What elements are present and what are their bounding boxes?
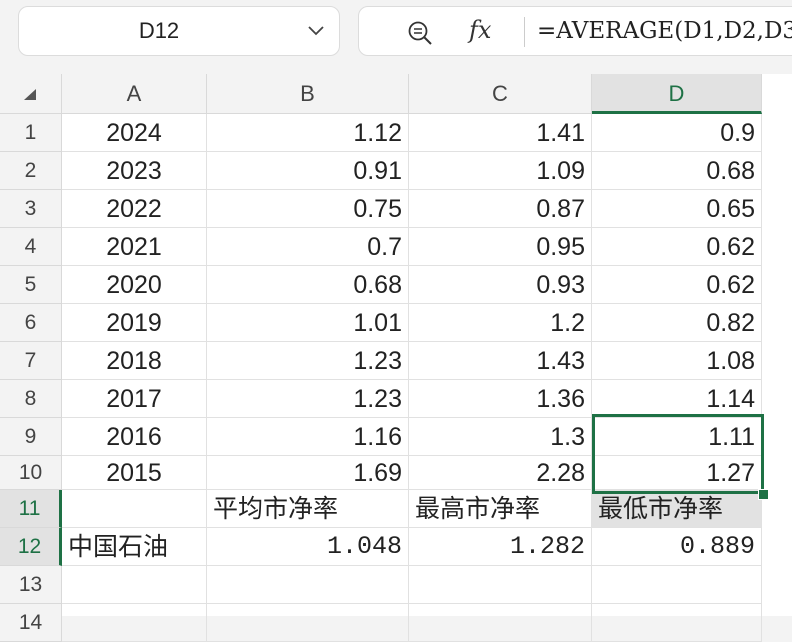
cell-b4[interactable]: 0.7	[207, 228, 409, 266]
cell-a10[interactable]: 2015	[62, 456, 207, 490]
cell-b13[interactable]	[207, 566, 409, 604]
cell-a14[interactable]	[62, 604, 207, 642]
cell-c12[interactable]: 1.282	[409, 528, 592, 566]
row-header-6[interactable]: 6	[0, 304, 62, 342]
fill-handle[interactable]	[758, 489, 769, 500]
cell-d9[interactable]: 1.11	[592, 418, 762, 456]
cell-d11[interactable]: 最低市净率	[592, 490, 762, 528]
cell-b6[interactable]: 1.01	[207, 304, 409, 342]
zoom-icon[interactable]	[407, 20, 433, 51]
cell-d14[interactable]	[592, 604, 762, 642]
cell-a6[interactable]: 2019	[62, 304, 207, 342]
cell-b2[interactable]: 0.91	[207, 152, 409, 190]
cell-d5[interactable]: 0.62	[592, 266, 762, 304]
cell-d1[interactable]: 0.9	[592, 114, 762, 152]
cell-b3[interactable]: 0.75	[207, 190, 409, 228]
name-box-value: D12	[138, 18, 180, 43]
cell-c1[interactable]: 1.41	[409, 114, 592, 152]
cell-b12[interactable]: 1.048	[207, 528, 409, 566]
cell-a2[interactable]: 2023	[62, 152, 207, 190]
cell-c3[interactable]: 0.87	[409, 190, 592, 228]
cell-d4[interactable]: 0.62	[592, 228, 762, 266]
cell-d12[interactable]: 0.889	[592, 528, 762, 566]
cell-d7[interactable]: 1.08	[592, 342, 762, 380]
column-header-c[interactable]: C	[409, 74, 592, 114]
cell-b10[interactable]: 1.69	[207, 456, 409, 490]
cell-a7[interactable]: 2018	[62, 342, 207, 380]
cell-a9[interactable]: 2016	[62, 418, 207, 456]
row-header-14[interactable]: 14	[0, 604, 62, 642]
column-header-a[interactable]: A	[62, 74, 207, 114]
fx-icon[interactable]: fx	[469, 16, 491, 44]
cell-a4[interactable]: 2021	[62, 228, 207, 266]
cell-d13[interactable]	[592, 566, 762, 604]
row-header-8[interactable]: 8	[0, 380, 62, 418]
cell-c10[interactable]: 2.28	[409, 456, 592, 490]
cell-d6[interactable]: 0.82	[592, 304, 762, 342]
row-header-9[interactable]: 9	[0, 418, 62, 456]
cell-c9[interactable]: 1.3	[409, 418, 592, 456]
cell-a8[interactable]: 2017	[62, 380, 207, 418]
row-header-3[interactable]: 3	[0, 190, 62, 228]
formula-text[interactable]: =AVERAGE(D1,D2,D3,D4,D5,D6,D7,D8,D9,D10)	[537, 7, 792, 55]
row-header-11[interactable]: 11	[0, 490, 62, 528]
row-header-13[interactable]: 13	[0, 566, 62, 604]
row-header-4[interactable]: 4	[0, 228, 62, 266]
cell-a11[interactable]	[62, 490, 207, 528]
name-box[interactable]: D12	[18, 6, 340, 56]
cell-c8[interactable]: 1.36	[409, 380, 592, 418]
cell-b7[interactable]: 1.23	[207, 342, 409, 380]
cell-b9[interactable]: 1.16	[207, 418, 409, 456]
cell-d3[interactable]: 0.65	[592, 190, 762, 228]
cell-c6[interactable]: 1.2	[409, 304, 592, 342]
row-header-2[interactable]: 2	[0, 152, 62, 190]
cell-a3[interactable]: 2022	[62, 190, 207, 228]
select-all-corner[interactable]	[0, 74, 62, 114]
cell-b14[interactable]	[207, 604, 409, 642]
cell-a1[interactable]: 2024	[62, 114, 207, 152]
cell-b8[interactable]: 1.23	[207, 380, 409, 418]
cell-c2[interactable]: 1.09	[409, 152, 592, 190]
row-header-5[interactable]: 5	[0, 266, 62, 304]
cell-a5[interactable]: 2020	[62, 266, 207, 304]
formula-bar[interactable]: fx =AVERAGE(D1,D2,D3,D4,D5,D6,D7,D8,D9,D…	[358, 6, 792, 56]
cell-b1[interactable]: 1.12	[207, 114, 409, 152]
row-header-10[interactable]: 10	[0, 456, 62, 490]
spreadsheet-grid: A B C D 1 2024 1.12 1.41 0.9 2 2023 0.91 1.09 0.68 3 20…	[0, 74, 792, 642]
toolbar: D12 fx =AVERAGE(D1,D2,D3,D4,D5,D6,D7,D8,…	[0, 0, 792, 74]
cell-c13[interactable]	[409, 566, 592, 604]
row-header-12[interactable]: 12	[0, 528, 62, 566]
cell-c11[interactable]: 最高市净率	[409, 490, 592, 528]
cell-b5[interactable]: 0.68	[207, 266, 409, 304]
row-header-1[interactable]: 1	[0, 114, 62, 152]
cell-a12[interactable]: 中国石油	[62, 528, 207, 566]
cell-b11[interactable]: 平均市净率	[207, 490, 409, 528]
cell-c4[interactable]: 0.95	[409, 228, 592, 266]
cell-d8[interactable]: 1.14	[592, 380, 762, 418]
cell-c7[interactable]: 1.43	[409, 342, 592, 380]
cell-d10[interactable]: 1.27	[592, 456, 762, 490]
cell-c14[interactable]	[409, 604, 592, 642]
column-header-d[interactable]: D	[592, 74, 762, 114]
column-header-b[interactable]: B	[207, 74, 409, 114]
chevron-down-icon[interactable]	[307, 24, 325, 43]
cell-d2[interactable]: 0.68	[592, 152, 762, 190]
cell-c5[interactable]: 0.93	[409, 266, 592, 304]
formula-separator	[524, 17, 525, 47]
cell-a13[interactable]	[62, 566, 207, 604]
row-header-7[interactable]: 7	[0, 342, 62, 380]
